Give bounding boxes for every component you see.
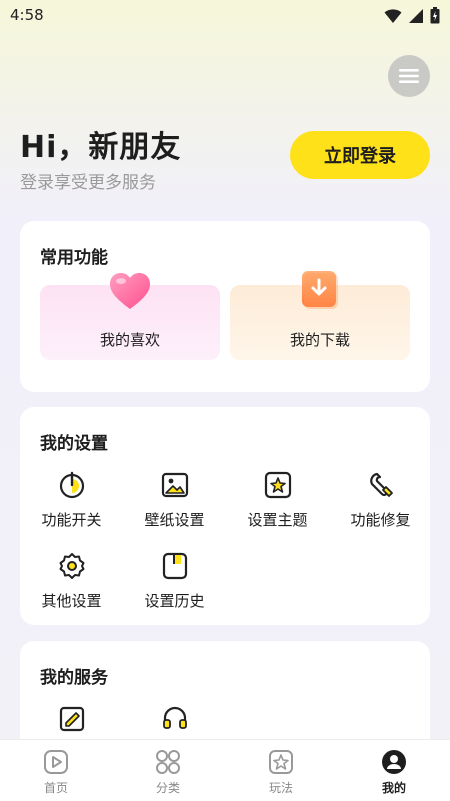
theme-icon (264, 471, 291, 499)
power-icon (59, 471, 84, 499)
grid-item-label: 功能修复 (350, 511, 411, 529)
settings-history-button[interactable]: 设置历史 (123, 552, 226, 611)
grid-icon (156, 750, 180, 774)
tab-home[interactable]: 首页 (0, 740, 112, 801)
feature-label: 我的喜欢 (99, 331, 160, 349)
common-features-card: 常用功能 我的喜欢 我的下载 (20, 221, 430, 392)
status-time: 4:58 (10, 6, 44, 24)
theme-settings-button[interactable]: 设置主题 (226, 471, 329, 530)
grid-item-label: 设置历史 (144, 592, 205, 610)
download-icon (302, 271, 338, 309)
section-title: 我的服务 (40, 668, 108, 688)
gear-icon (59, 553, 84, 579)
wallpaper-settings-button[interactable]: 壁纸设置 (123, 471, 226, 530)
grid-item-label: 壁纸设置 (144, 511, 205, 529)
feedback-button[interactable] (20, 705, 123, 733)
login-button[interactable]: 立即登录 (290, 131, 430, 179)
feature-label: 我的下载 (289, 331, 350, 349)
tab-label: 我的 (381, 781, 406, 795)
tab-label: 首页 (43, 781, 68, 795)
profile-icon (382, 750, 406, 774)
tab-play[interactable]: 玩法 (225, 740, 337, 801)
feature-toggle-button[interactable]: 功能开关 (20, 471, 123, 530)
grid-item-label: 功能开关 (41, 511, 102, 529)
my-downloads-button[interactable]: 我的下载 (230, 271, 410, 360)
section-title: 常用功能 (40, 248, 108, 268)
grid-item-label: 其他设置 (41, 592, 102, 610)
signal-icon (409, 8, 423, 23)
feature-repair-button[interactable]: 功能修复 (329, 471, 432, 530)
my-favorites-button[interactable]: 我的喜欢 (40, 273, 220, 360)
tab-label: 玩法 (268, 781, 293, 795)
greeting: Hi，新朋友 (20, 130, 182, 165)
grid-item-label: 设置主题 (247, 511, 308, 529)
battery-icon (430, 7, 440, 24)
wrench-icon (369, 472, 393, 497)
my-services-card: 我的服务 (20, 641, 430, 751)
tab-categories[interactable]: 分类 (112, 740, 224, 801)
menu-icon (399, 69, 419, 83)
sparkle-icon (269, 750, 293, 774)
headset-icon (162, 706, 187, 729)
section-title: 我的设置 (40, 434, 108, 454)
bottom-tab-bar: 首页 分类 玩法 我的 (0, 739, 450, 801)
menu-button[interactable] (388, 55, 430, 97)
login-subtitle: 登录享受更多服务 (20, 173, 156, 193)
heart-icon (110, 273, 150, 309)
status-bar: 4:58 (0, 0, 450, 32)
tab-label: 分类 (155, 781, 180, 795)
feedback-icon (59, 706, 84, 732)
tab-profile[interactable]: 我的 (338, 740, 450, 801)
wallpaper-icon (161, 472, 188, 498)
other-settings-button[interactable]: 其他设置 (20, 552, 123, 611)
wifi-icon (384, 8, 402, 23)
history-icon (162, 552, 187, 580)
status-icons (384, 7, 440, 24)
customer-service-button[interactable] (123, 705, 226, 733)
my-settings-card: 我的设置 功能开关 壁纸设置 设置主题 功能修复 其他设置 设置历史 (20, 407, 430, 625)
play-icon (44, 750, 68, 774)
